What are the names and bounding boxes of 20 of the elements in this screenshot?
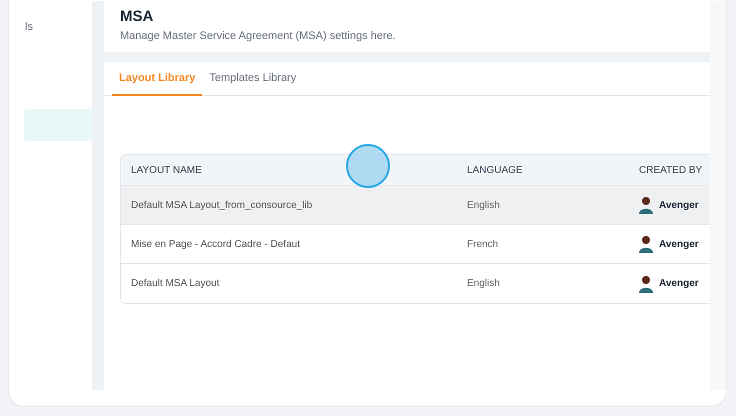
- avatar-icon: [638, 235, 655, 253]
- avatar-icon: [638, 196, 655, 214]
- table-cell-text: French: [466, 238, 500, 252]
- page-subtitle: Manage Master Service Agreement (MSA) settings here.: [120, 29, 397, 44]
- table-row[interactable]: Default MSA Layout_from_consource_lib English Avenger: [121, 186, 710, 225]
- avatar-icon: [638, 274, 655, 292]
- table-cell-text: Default MSA Layout_from_consource_lib: [130, 198, 314, 212]
- table-cell-text: English: [466, 198, 501, 212]
- column-header: LAYOUT NAME: [130, 164, 203, 178]
- creator-name: Avenger: [659, 238, 699, 252]
- sidebar-item[interactable]: ls: [24, 19, 92, 33]
- creator-name: Avenger: [659, 277, 699, 291]
- creator-name: Avenger: [659, 198, 699, 212]
- table-cell-text: English: [466, 277, 501, 291]
- table-cell-text: Mise en Page - Accord Cadre - Defaut: [130, 238, 301, 252]
- column-header: CREATED BY: [638, 164, 704, 178]
- page-title: MSA: [120, 7, 154, 27]
- table-cell-text: Default MSA Layout: [130, 277, 220, 291]
- tab[interactable]: Templates Library: [202, 62, 304, 96]
- column-header: LANGUAGE: [466, 164, 524, 178]
